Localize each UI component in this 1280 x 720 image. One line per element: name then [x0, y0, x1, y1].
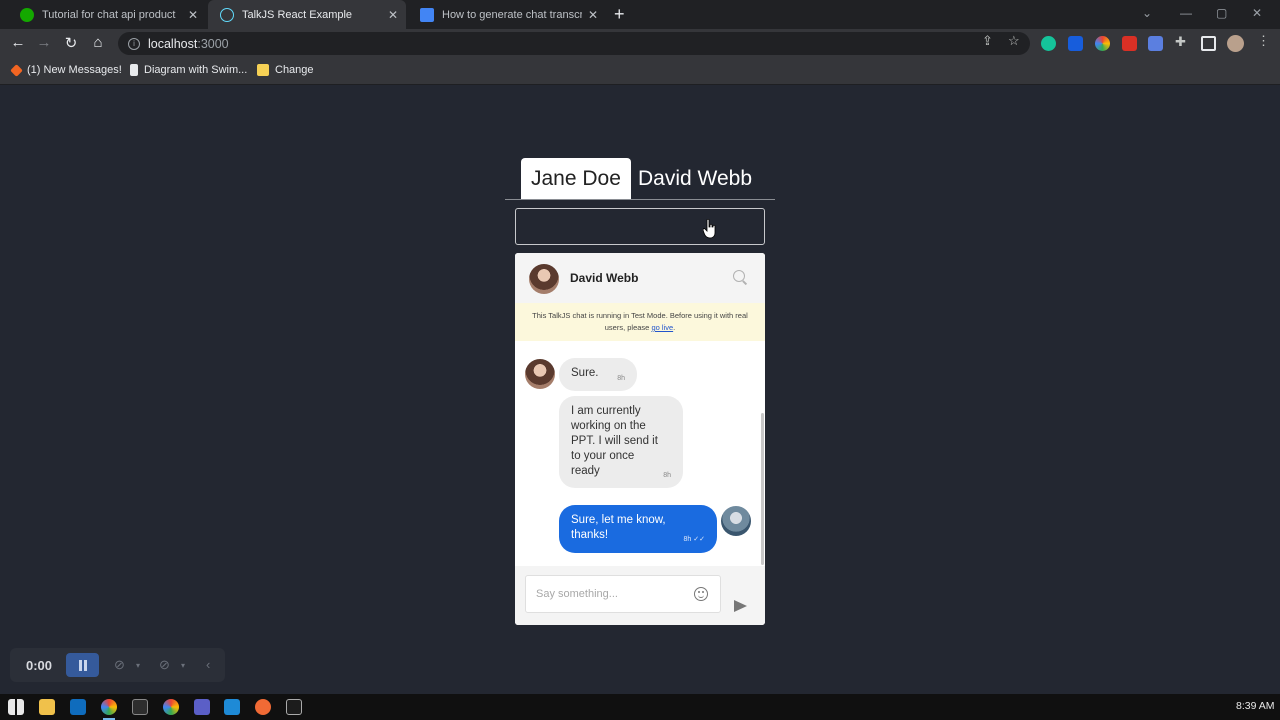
message-time: 8h: [617, 375, 625, 382]
upwork-favicon-icon: [20, 7, 34, 22]
send-icon[interactable]: [734, 600, 747, 612]
bookmark-item[interactable]: Change: [257, 64, 314, 76]
search-icon[interactable]: [733, 270, 745, 282]
bookmark-item[interactable]: Diagram with Swim...: [130, 64, 247, 76]
color-extension-icon[interactable]: [1095, 36, 1110, 51]
mic-off-icon[interactable]: ⊘: [159, 657, 170, 673]
terminal-icon[interactable]: [132, 699, 148, 715]
address-bar[interactable]: i localhost:3000: [118, 32, 1030, 55]
puzzle-extensions-icon[interactable]: ✚: [1175, 34, 1186, 50]
windows-start-icon[interactable]: [8, 699, 24, 715]
chevron-down-icon[interactable]: ▾: [136, 661, 140, 670]
bookmark-label: Change: [275, 64, 314, 76]
tab-david-webb[interactable]: David Webb: [628, 158, 762, 200]
google-docs-favicon-icon: [420, 7, 434, 22]
react-favicon-icon: [220, 7, 234, 22]
message-text: Sure, let me know, thanks!: [571, 514, 666, 541]
emoji-icon[interactable]: [694, 587, 708, 601]
pause-button[interactable]: [66, 653, 99, 677]
bookmark-label: Diagram with Swim...: [144, 64, 248, 76]
message-bubble-sent: Sure, let me know, thanks! 8h ✓✓: [559, 505, 717, 553]
bookmarks-bar: (1) New Messages! Diagram with Swim... C…: [0, 58, 1280, 85]
postman-icon[interactable]: [255, 699, 271, 715]
test-mode-text: This TalkJS chat is running in Test Mode…: [532, 311, 748, 332]
profile-avatar[interactable]: [1227, 35, 1244, 52]
minimize-icon[interactable]: —: [1180, 6, 1192, 20]
note-icon: [257, 64, 269, 76]
composer: [515, 566, 765, 625]
message-time: 8h: [663, 472, 671, 479]
tab-title: How to generate chat transcripts: [442, 8, 582, 21]
tab-jane-doe[interactable]: Jane Doe: [521, 158, 631, 200]
close-window-icon[interactable]: ✕: [1252, 6, 1262, 20]
top-text-input[interactable]: [515, 208, 765, 245]
url-text: localhost:3000: [148, 36, 229, 51]
message-text: Sure.: [571, 367, 599, 379]
bitwarden-extension-icon[interactable]: [1068, 36, 1083, 51]
hand-cursor-icon: [703, 219, 716, 239]
home-icon[interactable]: ⌂: [89, 34, 107, 51]
bookmark-label: (1) New Messages!: [27, 64, 122, 76]
maximize-icon[interactable]: ▢: [1216, 6, 1227, 20]
chrome-icon[interactable]: [101, 699, 117, 720]
file-explorer-icon[interactable]: [39, 699, 55, 715]
chat-header-name: David Webb: [570, 271, 639, 285]
browser-tab-strip: Tutorial for chat api product ✕ TalkJS R…: [0, 0, 1280, 29]
close-tab-icon[interactable]: ✕: [188, 8, 198, 22]
chatbox: David Webb This TalkJS chat is running i…: [515, 253, 765, 625]
browser-tab[interactable]: Tutorial for chat api product ✕: [8, 0, 206, 29]
message-bubble: I am currently working on the PPT. I wil…: [559, 396, 683, 488]
reload-icon[interactable]: ↻: [62, 34, 80, 52]
system-clock: 8:39 AM: [1236, 700, 1275, 712]
chrome-icon[interactable]: [163, 699, 179, 715]
menu-kebab-icon[interactable]: ⋮: [1257, 33, 1270, 49]
browser-tab[interactable]: How to generate chat transcripts ✕: [408, 0, 606, 29]
side-panel-icon[interactable]: [1201, 36, 1216, 51]
extension-icon[interactable]: [1148, 36, 1163, 51]
chevron-left-icon[interactable]: ‹: [206, 657, 210, 672]
share-icon[interactable]: ⇪: [982, 33, 993, 49]
site-info-icon[interactable]: i: [128, 37, 140, 50]
taskbar: 8:39 AM: [0, 694, 1280, 720]
teams-icon[interactable]: [194, 699, 210, 715]
browser-tab-active[interactable]: TalkJS React Example ✕: [208, 0, 406, 29]
close-tab-icon[interactable]: ✕: [588, 8, 598, 22]
swimlanes-icon: [130, 64, 138, 76]
recording-time: 0:00: [26, 658, 53, 673]
tab-divider: [505, 199, 775, 200]
forward-icon[interactable]: →: [35, 34, 53, 51]
avatar: [525, 359, 555, 389]
tab-title: Tutorial for chat api product: [42, 8, 176, 21]
test-mode-notice: This TalkJS chat is running in Test Mode…: [515, 303, 765, 341]
chevron-down-icon[interactable]: ⌄: [1142, 6, 1152, 20]
message-time: 8h ✓✓: [683, 536, 705, 543]
extension-icon[interactable]: [1122, 36, 1137, 51]
message-text: I am currently working on the PPT. I wil…: [571, 405, 658, 477]
outlook-icon[interactable]: [70, 699, 86, 715]
new-tab-icon[interactable]: +: [614, 4, 625, 25]
avatar: [721, 506, 751, 536]
back-icon[interactable]: ←: [9, 34, 27, 51]
message-bubble: Sure. 8h: [559, 358, 637, 391]
chat-header: David Webb: [515, 253, 765, 303]
gitlab-icon: [10, 63, 23, 77]
message-list: Sure. 8h I am currently working on the P…: [515, 341, 765, 566]
camera-off-icon[interactable]: ⊘: [114, 657, 125, 673]
bookmark-item[interactable]: (1) New Messages!: [10, 63, 122, 77]
vscode-icon[interactable]: [224, 699, 240, 715]
avatar: [529, 264, 559, 294]
bookmark-star-icon[interactable]: ☆: [1008, 33, 1020, 49]
chevron-down-icon[interactable]: ▾: [181, 661, 185, 670]
tab-title: TalkJS React Example: [242, 8, 353, 21]
message-input[interactable]: [525, 575, 721, 613]
browser-toolbar: ← → ↻ ⌂ i localhost:3000 ⇪ ☆ ✚ ⋮: [0, 29, 1280, 58]
console-icon[interactable]: [286, 699, 302, 715]
screen-recorder: 0:00 ⊘ ▾ ⊘ ▾ ‹: [10, 648, 225, 682]
grammarly-extension-icon[interactable]: [1041, 36, 1056, 51]
test-mode-end: .: [673, 323, 676, 332]
go-live-link[interactable]: go live: [651, 323, 673, 332]
close-tab-icon[interactable]: ✕: [388, 8, 398, 22]
scrollbar[interactable]: [761, 413, 764, 565]
